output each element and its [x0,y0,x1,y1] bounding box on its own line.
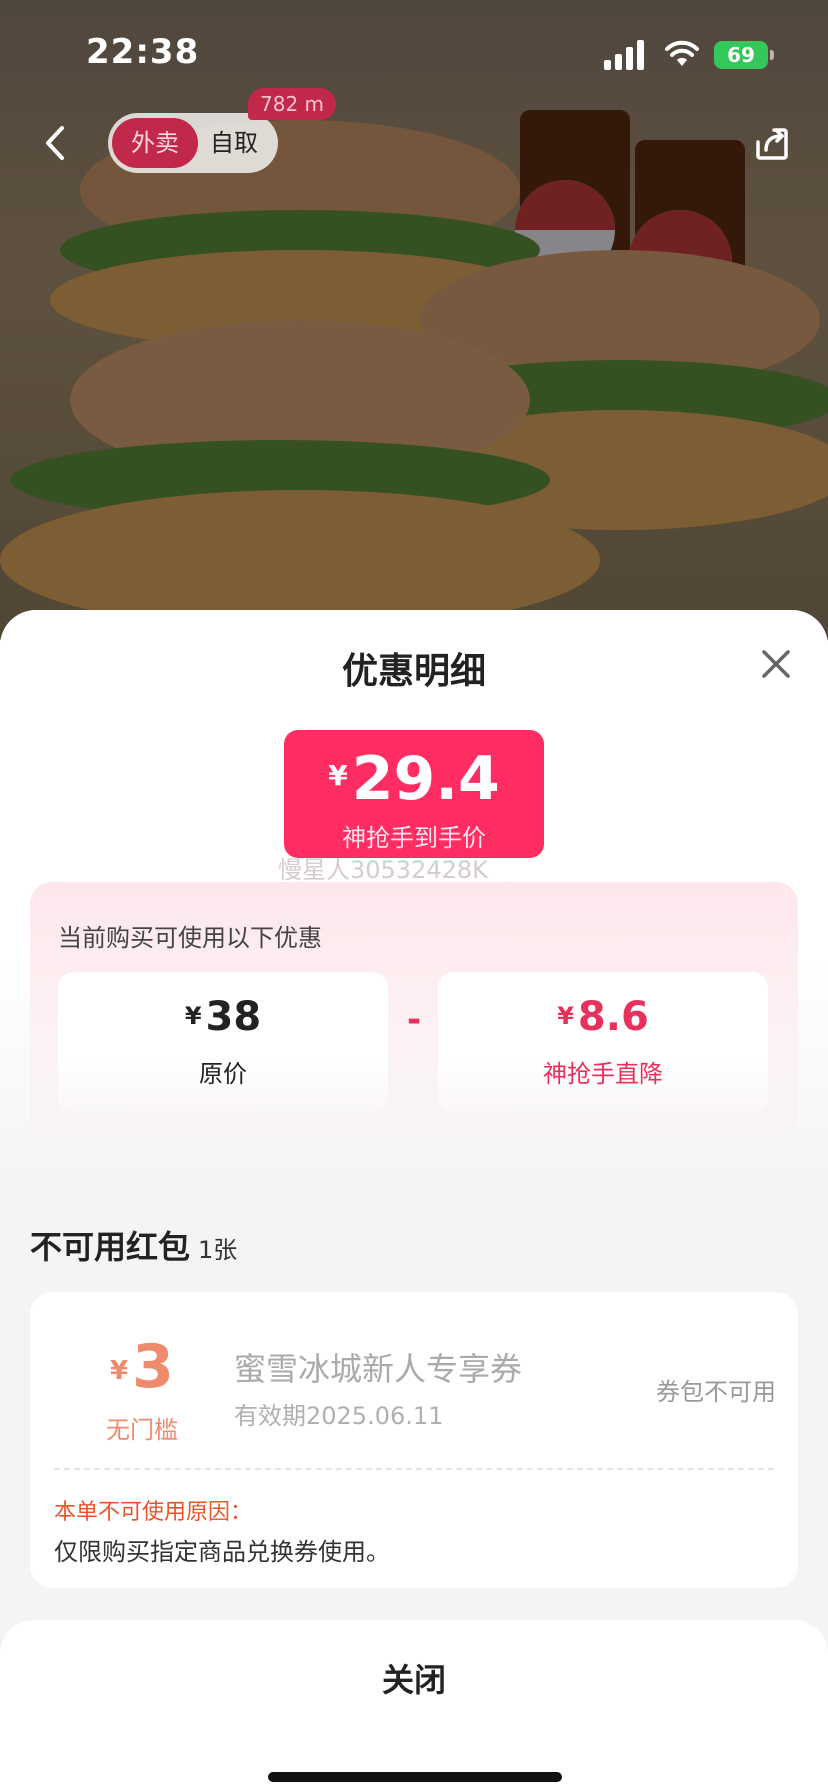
share-icon[interactable] [752,124,792,164]
coupon-card: ¥3 无门槛 蜜雪冰城新人专享券 有效期2025.06.11 券包不可用 本单不… [30,1292,798,1588]
coupon-name: 蜜雪冰城新人专享券 [234,1350,523,1388]
close-icon[interactable] [756,644,796,684]
reduction-card: ¥8.6 神抢手直降 [438,972,768,1112]
discount-breakdown-panel: 当前购买可使用以下优惠 ¥38 原价 - ¥8.6 神抢手直降 [30,882,798,1142]
original-price-card: ¥38 原价 [58,972,388,1112]
delivery-mode-switch[interactable]: 外卖 自取 [108,113,278,173]
cellular-signal-icon [604,40,644,70]
reduction-value: 8.6 [577,994,649,1040]
sheet-title: 优惠明细 [341,651,486,692]
unavailable-coupons-heading: 不可用红包 1张 [30,1222,237,1268]
mode-pickup-tab[interactable]: 自取 [210,118,270,168]
mode-delivery-tab[interactable]: 外卖 [112,118,198,168]
original-price-value: 38 [205,994,262,1040]
home-indicator [268,1772,562,1782]
coupon-validity: 有效期2025.06.11 [234,1402,444,1430]
final-price-currency: ¥ [328,759,348,792]
coupon-amount: ¥3 [110,1332,174,1402]
discount-details-sheet: 优惠明细 ¥29.4 神抢手到手价 慢星人30532428K 当前购买可使用以下… [0,610,828,1792]
close-button[interactable]: 关闭 [0,1650,828,1710]
wifi-icon [665,40,699,66]
battery-icon [770,50,774,60]
coupon-status: 券包不可用 [656,1378,776,1406]
coupon-value: 3 [132,1332,174,1402]
final-price-caption: 神抢手到手价 [342,824,486,852]
reduction-label: 神抢手直降 [543,1060,663,1088]
unavailable-coupons-count: 1张 [198,1236,238,1264]
minus-sign: - [406,1000,422,1040]
battery-level: 69 [714,41,768,69]
coupon-divider [54,1468,774,1470]
status-time: 22:38 [86,32,200,72]
original-price-currency: ¥ [184,1002,202,1030]
user-watermark: 慢星人30532428K [278,856,488,884]
coupon-currency: ¥ [110,1356,129,1386]
discount-intro-text: 当前购买可使用以下优惠 [58,924,322,952]
back-arrow-icon[interactable] [36,118,76,168]
original-price-label: 原价 [199,1060,247,1088]
status-bar: 22:38 69 [0,0,828,110]
final-price-value: 29.4 [351,744,500,814]
coupon-threshold: 无门槛 [106,1416,178,1444]
unusable-reason-text: 仅限购买指定商品兑换券使用。 [54,1538,390,1566]
distance-badge: 782 m [248,88,337,120]
reduction-currency: ¥ [557,1002,574,1030]
unavailable-coupons-title: 不可用红包 [30,1228,191,1266]
sheet-footer: 关闭 [0,1620,828,1792]
final-price-tag: ¥29.4 神抢手到手价 [284,730,544,858]
unusable-reason-title: 本单不可使用原因： [54,1500,253,1525]
